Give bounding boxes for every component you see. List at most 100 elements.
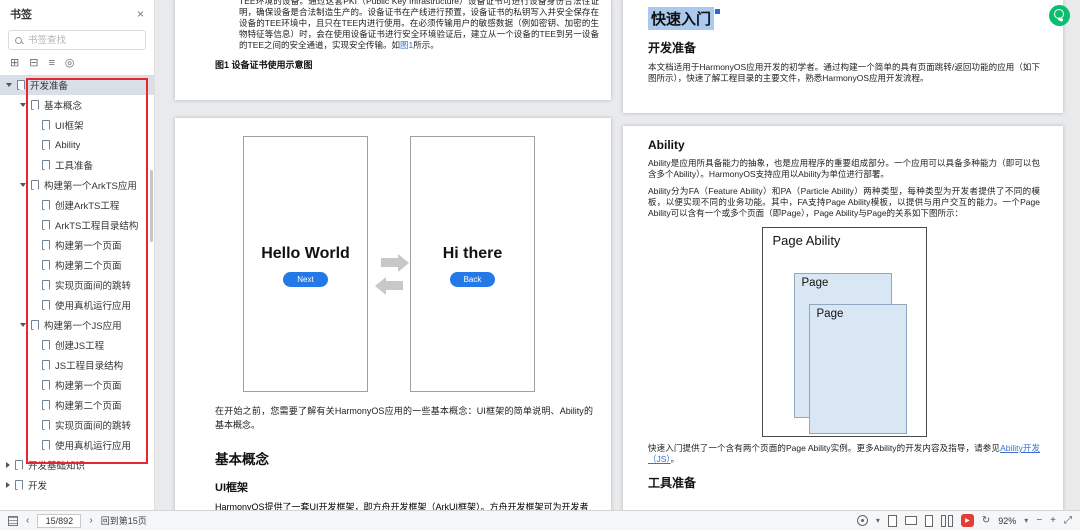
bookmarks-title: 书签 bbox=[10, 6, 32, 22]
expand-all-icon[interactable]: ≡ bbox=[48, 57, 54, 70]
section-heading: 工具准备 bbox=[648, 474, 1040, 491]
bookmark-label: 构建第一个JS应用 bbox=[44, 318, 122, 332]
section-heading: 基本概念 bbox=[215, 448, 593, 468]
sidebar-scrollbar[interactable] bbox=[150, 170, 153, 242]
thumbnail-panel-icon[interactable] bbox=[8, 516, 18, 526]
zoom-in-icon[interactable]: + bbox=[1050, 516, 1056, 526]
bookmark-label: Ability bbox=[55, 140, 80, 151]
bookmark-label: 实现页面间的跳转 bbox=[55, 418, 131, 432]
sidebar-item-dev[interactable]: 开发 bbox=[0, 475, 154, 495]
bookmark-label: 工具准备 bbox=[55, 158, 93, 172]
two-page-view-icon[interactable] bbox=[941, 515, 953, 527]
fit-width-icon[interactable] bbox=[905, 516, 917, 525]
paragraph: HarmonyOS提供了一套UI开发框架，即方舟开发框架（ArkUI框架）。方舟… bbox=[215, 501, 593, 510]
caret-down-icon[interactable] bbox=[20, 183, 26, 187]
fit-page-icon[interactable] bbox=[888, 515, 897, 527]
sidebar-item-js-first-page[interactable]: 构建第一个页面 bbox=[0, 375, 154, 395]
bookmark-icon bbox=[42, 220, 50, 230]
bookmark-icon bbox=[42, 240, 50, 250]
body-text: 快速入门提供了一个含有两个页面的Page Ability实例。更多Ability… bbox=[648, 443, 1000, 453]
body-text: 。 bbox=[671, 454, 680, 464]
caret-down-icon[interactable] bbox=[20, 323, 26, 327]
section-heading: 开发准备 bbox=[648, 39, 1040, 56]
bookmark-label: 基本概念 bbox=[44, 98, 82, 112]
bookmark-icon bbox=[42, 140, 50, 150]
zoom-out-icon[interactable]: − bbox=[1036, 516, 1042, 526]
sidebar-item-create-js[interactable]: 创建JS工程 bbox=[0, 335, 154, 355]
assistant-floating-button[interactable] bbox=[1049, 5, 1070, 26]
add-bookmark-icon[interactable]: ⊞ bbox=[10, 57, 19, 70]
caret-down-icon[interactable] bbox=[20, 103, 26, 107]
prev-page-icon[interactable]: ‹ bbox=[26, 516, 29, 526]
figure-caption: 图1 设备证书使用示意图 bbox=[215, 58, 611, 71]
bookmark-icon bbox=[31, 320, 39, 330]
sidebar-item-tool-prep[interactable]: 工具准备 bbox=[0, 155, 154, 175]
sidebar-item-js-run-device[interactable]: 使用真机运行应用 bbox=[0, 435, 154, 455]
bookmark-icon bbox=[15, 460, 23, 470]
sidebar-item-second-page[interactable]: 构建第二个页面 bbox=[0, 255, 154, 275]
sidebar-item-basic-concepts[interactable]: 基本概念 bbox=[0, 95, 154, 115]
paragraph: 快速入门提供了一个含有两个页面的Page Ability实例。更多Ability… bbox=[648, 443, 1040, 465]
page-number-input[interactable] bbox=[37, 514, 81, 528]
sidebar-item-dev-basics[interactable]: 开发基础知识 bbox=[0, 455, 154, 475]
selected-text: 快速入门 bbox=[648, 7, 714, 30]
bookmark-label: UI框架 bbox=[55, 118, 84, 132]
sidebar-item-ui-framework[interactable]: UI框架 bbox=[0, 115, 154, 135]
bookmark-label: 开发 bbox=[28, 478, 47, 492]
paragraph: Ability分为FA（Feature Ability）和PA（Particle… bbox=[648, 186, 1040, 219]
close-icon[interactable]: × bbox=[137, 8, 144, 20]
caret-down-icon[interactable] bbox=[6, 83, 12, 87]
bookmark-icon bbox=[42, 360, 50, 370]
body-text: 所示。 bbox=[413, 40, 439, 50]
bookmark-icon bbox=[42, 120, 50, 130]
single-page-view-icon[interactable] bbox=[925, 515, 933, 527]
sidebar-item-ability[interactable]: Ability bbox=[0, 135, 154, 155]
rotate-page-icon[interactable]: ↻ bbox=[982, 516, 990, 526]
caret-right-icon[interactable] bbox=[6, 482, 10, 488]
arrow-left-icon bbox=[386, 281, 403, 290]
status-bar: ‹ › 回到第15页 ▾ ▶ ↻ 92% ▾ − + ⤢ bbox=[0, 510, 1080, 530]
back-to-page-button[interactable]: 回到第15页 bbox=[101, 514, 147, 527]
sidebar-item-js-app[interactable]: 构建第一个JS应用 bbox=[0, 315, 154, 335]
sidebar-item-arkts-app[interactable]: 构建第一个ArkTS应用 bbox=[0, 175, 154, 195]
sidebar-item-page-jump[interactable]: 实现页面间的跳转 bbox=[0, 275, 154, 295]
figure-link[interactable]: 图1 bbox=[400, 40, 413, 50]
sidebar-item-create-arkts[interactable]: 创建ArkTS工程 bbox=[0, 195, 154, 215]
bookmark-icon bbox=[31, 180, 39, 190]
bookmark-icon bbox=[17, 80, 25, 90]
pdf-reader-window: 书签 × ⊞ ⊟ ≡ ◎ 开发准备 基本概念 UI框架 Ability 工具准备… bbox=[0, 0, 1080, 530]
zoom-caret-icon[interactable]: ▾ bbox=[1024, 517, 1028, 525]
sidebar-item-js-structure[interactable]: JS工程目录结构 bbox=[0, 355, 154, 375]
paragraph: Ability是应用所具备能力的抽象，也是应用程序的重要组成部分。一个应用可以具… bbox=[648, 158, 1040, 180]
read-mode-icon[interactable]: ▶ bbox=[961, 514, 974, 527]
page-16-left: Hello World Next Hi there Back 在开始之前，您需要… bbox=[175, 118, 611, 510]
diagram-page-label: Page bbox=[817, 308, 844, 320]
eye-protection-caret-icon[interactable]: ▾ bbox=[876, 517, 880, 525]
sidebar-item-dev-prep[interactable]: 开发准备 bbox=[0, 75, 154, 95]
locate-bookmark-icon[interactable]: ◎ bbox=[65, 57, 75, 70]
page-ability-diagram: Page Ability Page Page bbox=[762, 227, 927, 437]
eye-protection-icon[interactable] bbox=[857, 515, 868, 526]
bookmark-search-input[interactable] bbox=[28, 35, 139, 46]
diagram-label: Page Ability bbox=[773, 233, 841, 248]
bookmarks-header: 书签 × bbox=[0, 0, 154, 28]
sidebar-item-run-device[interactable]: 使用真机运行应用 bbox=[0, 295, 154, 315]
bookmark-icon bbox=[42, 440, 50, 450]
bookmark-icon bbox=[31, 100, 39, 110]
phone-mockup-2: Hi there Back bbox=[410, 136, 535, 392]
zoom-level[interactable]: 92% bbox=[998, 516, 1016, 526]
caret-right-icon[interactable] bbox=[6, 462, 10, 468]
delete-bookmark-icon[interactable]: ⊟ bbox=[29, 57, 38, 70]
page-16-right: Ability Ability是应用所具备能力的抽象，也是应用程序的重要组成部分… bbox=[623, 126, 1063, 510]
bookmark-icon bbox=[42, 420, 50, 430]
bookmark-search[interactable] bbox=[8, 30, 146, 50]
bookmark-icon bbox=[42, 160, 50, 170]
sidebar-item-first-page[interactable]: 构建第一个页面 bbox=[0, 235, 154, 255]
selection-handle[interactable] bbox=[715, 9, 720, 14]
sidebar-item-js-second-page[interactable]: 构建第二个页面 bbox=[0, 395, 154, 415]
sidebar-item-js-page-jump[interactable]: 实现页面间的跳转 bbox=[0, 415, 154, 435]
page-15-top: 快速入门 开发准备 本文档适用于HarmonyOS应用开发的初学者。通过构建一个… bbox=[623, 0, 1063, 113]
fullscreen-icon[interactable]: ⤢ bbox=[1064, 516, 1072, 526]
next-page-icon[interactable]: › bbox=[89, 516, 92, 526]
sidebar-item-arkts-structure[interactable]: ArkTS工程目录结构 bbox=[0, 215, 154, 235]
